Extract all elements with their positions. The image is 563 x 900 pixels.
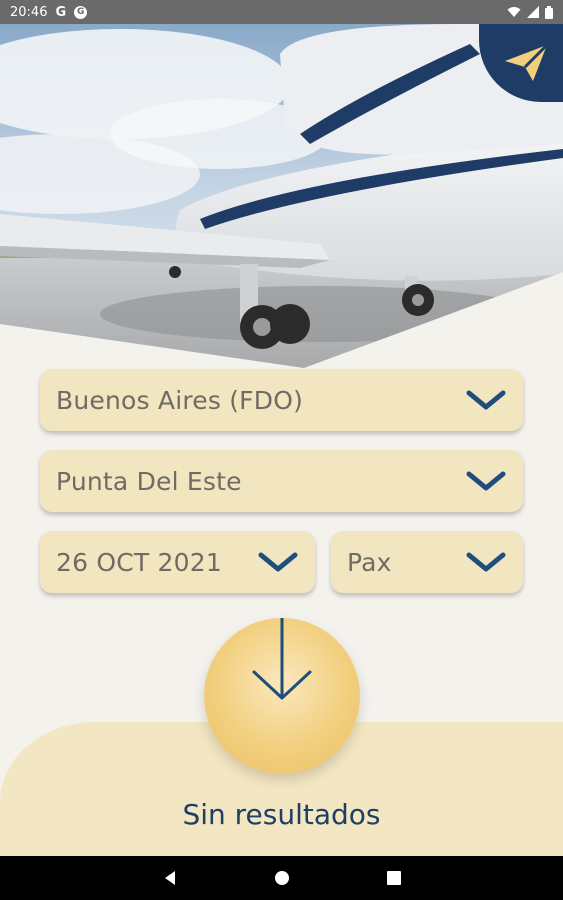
home-icon[interactable] (274, 871, 289, 885)
back-icon[interactable] (163, 870, 177, 886)
chevron-down-icon (466, 390, 506, 410)
navigation-bar (0, 856, 563, 900)
google-one-icon: G (74, 5, 88, 19)
passengers-select[interactable]: Pax (331, 531, 523, 593)
status-time: 20:46 (10, 4, 48, 20)
origin-value: Buenos Aires (FDO) (56, 385, 304, 415)
google-icon: G (55, 4, 67, 20)
results-status: Sin resultados (182, 798, 381, 831)
arrow-down-icon (252, 618, 312, 700)
chevron-down-icon (466, 552, 506, 572)
chevron-down-icon (466, 471, 506, 491)
hero-jet-image (0, 24, 563, 368)
wifi-icon (507, 7, 521, 17)
recents-icon[interactable] (386, 871, 401, 885)
paper-plane-icon (505, 43, 549, 81)
search-button[interactable] (204, 618, 360, 774)
status-bar: 20:46 G G (0, 0, 563, 24)
destination-value: Punta Del Este (56, 466, 242, 496)
signal-icon (527, 6, 539, 18)
destination-select[interactable]: Punta Del Este (40, 450, 523, 512)
passengers-value: Pax (347, 547, 392, 577)
battery-icon (545, 5, 553, 19)
chevron-down-icon (258, 552, 298, 572)
origin-select[interactable]: Buenos Aires (FDO) (40, 369, 523, 431)
date-select[interactable]: 26 OCT 2021 (40, 531, 315, 593)
date-value: 26 OCT 2021 (56, 547, 222, 577)
